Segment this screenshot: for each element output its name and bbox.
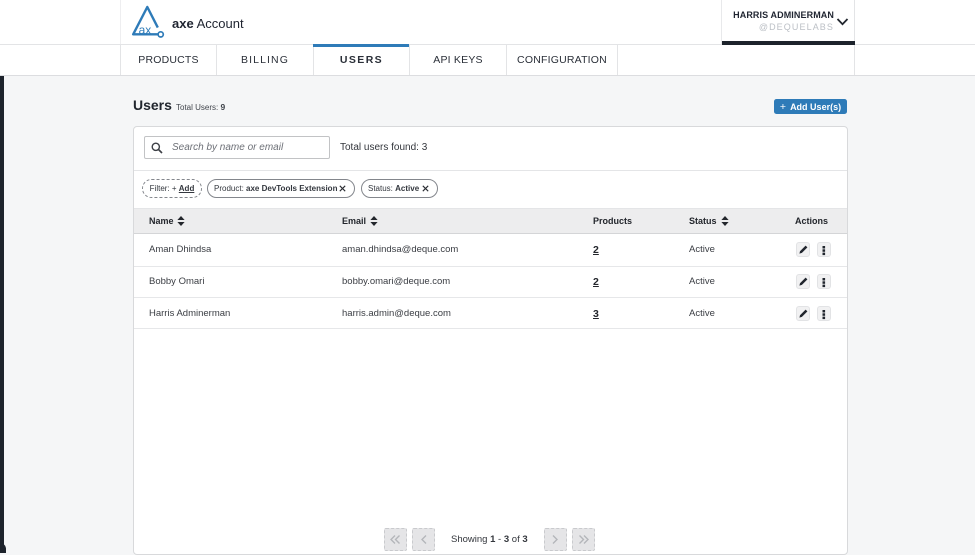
svg-text:ax: ax [139, 23, 152, 37]
